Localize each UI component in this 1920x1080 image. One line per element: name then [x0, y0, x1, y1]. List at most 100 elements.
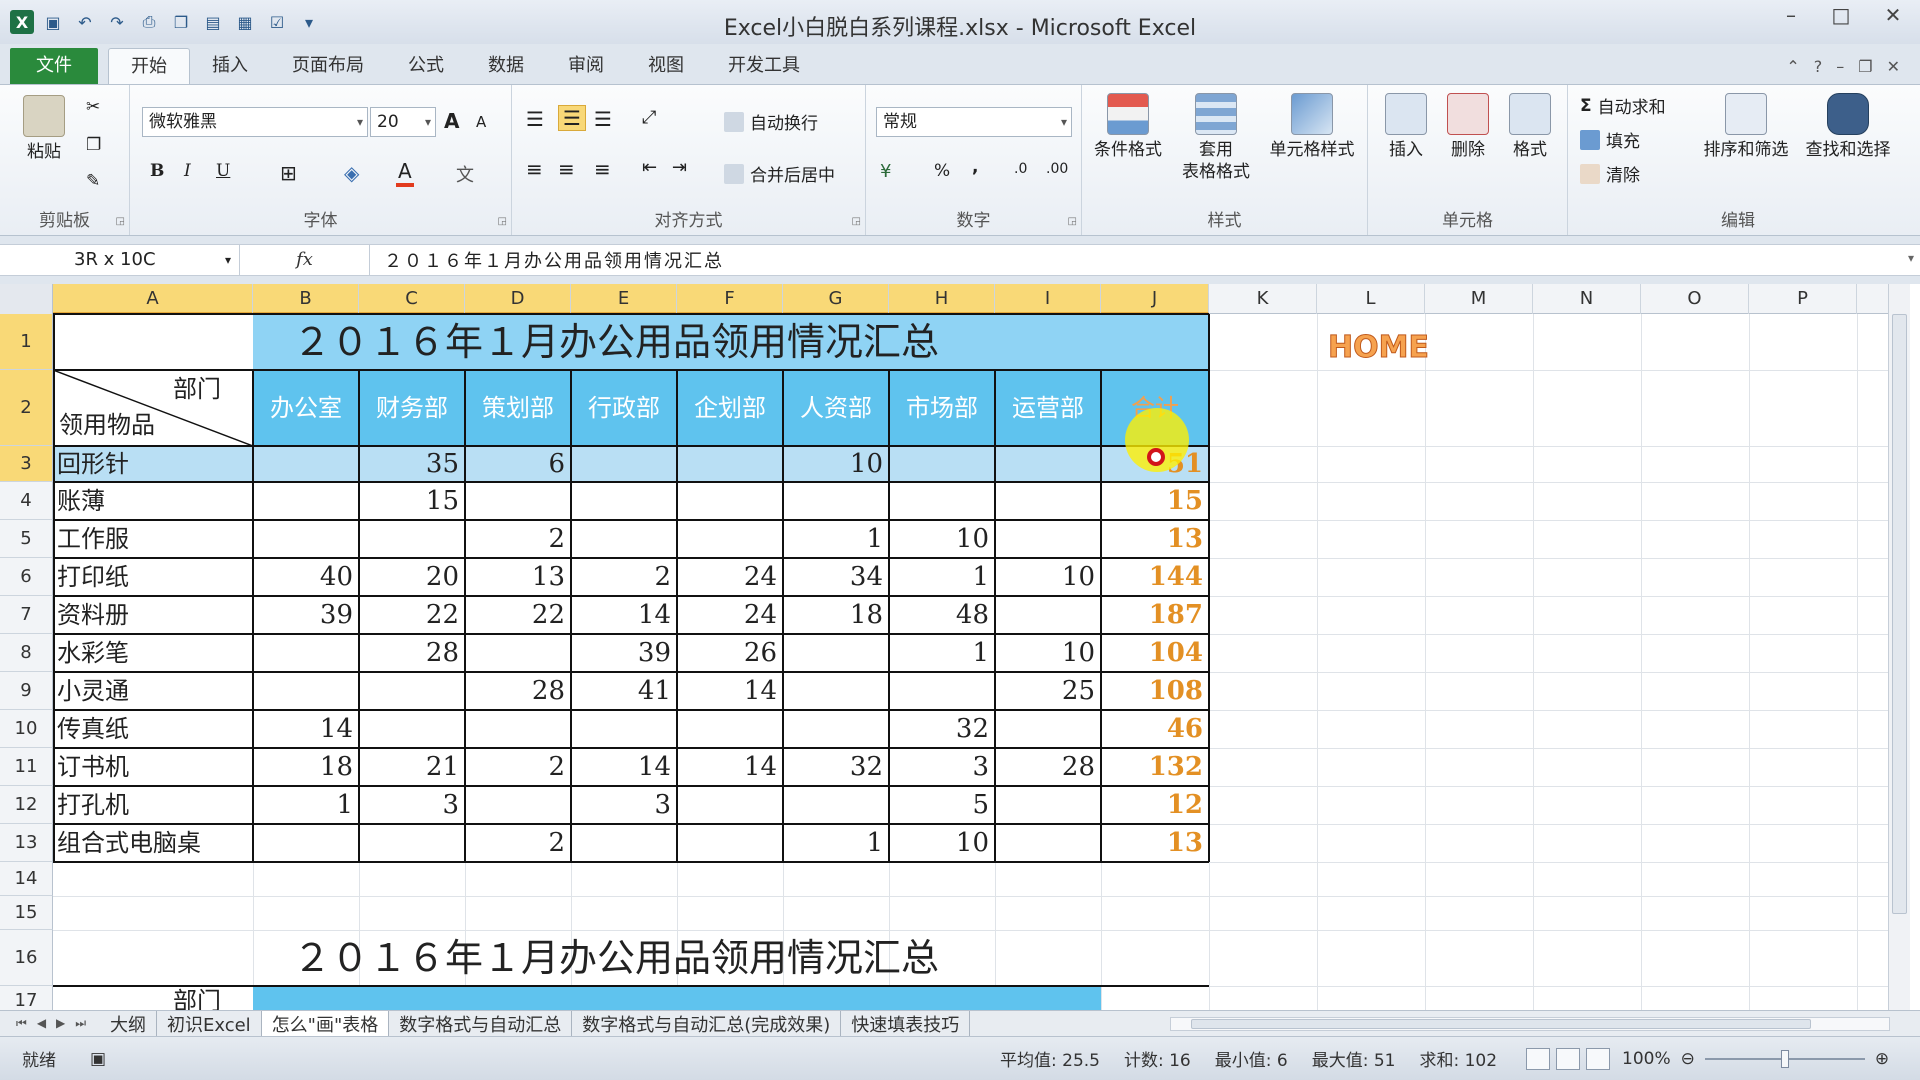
value-cell[interactable]: [783, 672, 887, 710]
value-cell[interactable]: [783, 786, 887, 824]
cell-styles-button[interactable]: 单元格样式: [1260, 93, 1364, 161]
column-header-o[interactable]: O: [1641, 284, 1749, 314]
customize-qat-icon[interactable]: ▾: [296, 9, 322, 35]
value-cell[interactable]: 2: [465, 520, 569, 558]
value-cell[interactable]: 6: [465, 446, 569, 482]
sheet-tab-draw-table[interactable]: 怎么"画"表格: [261, 1010, 390, 1037]
page-break-view-icon[interactable]: [1586, 1047, 1610, 1070]
number-format-combo[interactable]: 常规 ▾: [876, 107, 1072, 137]
prev-sheet-icon[interactable]: ◀: [37, 1016, 46, 1031]
form-icon[interactable]: ▤: [200, 9, 226, 35]
value-cell[interactable]: 41: [571, 672, 675, 710]
alignment-launcher-icon[interactable]: ◲: [852, 216, 861, 227]
value-cell[interactable]: [995, 786, 1099, 824]
value-cell[interactable]: 28: [995, 748, 1099, 786]
bold-button[interactable]: B: [150, 161, 164, 181]
align-left-icon[interactable]: ≡: [526, 157, 543, 181]
value-cell[interactable]: 20: [359, 558, 463, 596]
font-launcher-icon[interactable]: ◲: [498, 216, 507, 227]
tab-developer[interactable]: 开发工具: [706, 48, 822, 84]
decrease-decimal-icon[interactable]: .00: [1046, 161, 1068, 177]
row-header-6[interactable]: 6: [0, 558, 53, 596]
value-cell[interactable]: 35: [359, 446, 463, 482]
format-painter-icon[interactable]: ✎: [86, 171, 100, 191]
shrink-font-button[interactable]: A: [476, 113, 486, 131]
corner-label-item[interactable]: 领用物品: [59, 410, 209, 440]
value-cell[interactable]: [995, 446, 1099, 482]
item-name[interactable]: 水彩笔: [57, 634, 253, 672]
column-header-f[interactable]: F: [677, 284, 783, 314]
autosum-button[interactable]: Σ 自动求和: [1580, 93, 1666, 119]
column-header-k[interactable]: K: [1209, 284, 1317, 314]
item-name[interactable]: 传真纸: [57, 710, 253, 748]
value-cell[interactable]: 1: [783, 824, 887, 862]
italic-button[interactable]: I: [184, 161, 191, 181]
value-cell[interactable]: [359, 710, 463, 748]
value-cell[interactable]: [571, 824, 675, 862]
normal-view-icon[interactable]: [1526, 1047, 1550, 1070]
row-header-17[interactable]: 17: [0, 986, 53, 1010]
value-cell[interactable]: 24: [677, 558, 781, 596]
row-header-1[interactable]: 1: [0, 314, 53, 370]
decrease-indent-icon[interactable]: ⇤: [642, 157, 657, 178]
grow-font-button[interactable]: A: [444, 109, 459, 133]
row-header-10[interactable]: 10: [0, 710, 53, 748]
first-sheet-icon[interactable]: ⏮: [16, 1016, 27, 1031]
format-as-table-button[interactable]: 套用 表格格式: [1176, 93, 1256, 183]
value-cell[interactable]: [783, 634, 887, 672]
value-cell[interactable]: [995, 824, 1099, 862]
zoom-in-icon[interactable]: ⊕: [1875, 1049, 1889, 1069]
value-cell[interactable]: 15: [359, 482, 463, 520]
value-cell[interactable]: 5: [889, 786, 993, 824]
value-cell[interactable]: 1: [889, 558, 993, 596]
row-header-16[interactable]: 16: [0, 930, 53, 986]
value-cell[interactable]: [253, 482, 357, 520]
tab-formulas[interactable]: 公式: [386, 48, 466, 84]
value-cell[interactable]: 28: [359, 634, 463, 672]
column-header-h[interactable]: H: [889, 284, 995, 314]
minimize-icon[interactable]: –: [1766, 0, 1816, 30]
value-cell[interactable]: 3: [359, 786, 463, 824]
sheet-tab-number-format-done[interactable]: 数字格式与自动汇总(完成效果): [572, 1010, 842, 1037]
row-total-cell[interactable]: 13: [1101, 824, 1207, 862]
value-cell[interactable]: [359, 520, 463, 558]
row-header-4[interactable]: 4: [0, 482, 53, 520]
row-header-15[interactable]: 15: [0, 896, 53, 930]
window-minimize-icon[interactable]: –: [1836, 57, 1844, 76]
value-cell[interactable]: 10: [783, 446, 887, 482]
last-sheet-icon[interactable]: ⏭: [75, 1016, 86, 1031]
value-cell[interactable]: [677, 446, 781, 482]
checklist-icon[interactable]: ☑: [264, 9, 290, 35]
header-dept[interactable]: 人资部: [783, 370, 889, 446]
expand-formula-bar-icon[interactable]: ▾: [1908, 251, 1914, 265]
value-cell[interactable]: 14: [571, 748, 675, 786]
close-icon[interactable]: ✕: [1866, 0, 1920, 30]
column-header-l[interactable]: L: [1317, 284, 1425, 314]
value-cell[interactable]: 1: [889, 634, 993, 672]
value-cell[interactable]: [253, 672, 357, 710]
tab-file[interactable]: 文件: [10, 48, 98, 84]
item-name[interactable]: 小灵通: [57, 672, 253, 710]
insert-cells-button[interactable]: 插入: [1376, 93, 1436, 161]
header-dept[interactable]: 办公室: [253, 370, 359, 446]
macro-record-icon[interactable]: ▣: [90, 1049, 106, 1069]
zoom-slider-thumb[interactable]: [1780, 1049, 1789, 1068]
undo-icon[interactable]: ↶: [72, 9, 98, 35]
select-all-corner[interactable]: [0, 284, 53, 314]
currency-icon[interactable]: ¥: [880, 161, 891, 182]
header-dept[interactable]: 企划部: [677, 370, 783, 446]
name-box[interactable]: 3R x 10C ▾: [0, 245, 240, 275]
align-center-icon[interactable]: ≡: [558, 157, 575, 181]
value-cell[interactable]: 1: [253, 786, 357, 824]
grid-icon[interactable]: ▦: [232, 9, 258, 35]
row-total-cell[interactable]: 132: [1101, 748, 1207, 786]
row-header-5[interactable]: 5: [0, 520, 53, 558]
value-cell[interactable]: [465, 786, 569, 824]
value-cell[interactable]: [677, 482, 781, 520]
header-dept[interactable]: 行政部: [571, 370, 677, 446]
tab-page-layout[interactable]: 页面布局: [270, 48, 386, 84]
zoom-slider[interactable]: [1704, 1049, 1865, 1068]
item-name[interactable]: 回形针: [57, 446, 253, 482]
increase-decimal-icon[interactable]: .0: [1014, 161, 1027, 177]
font-size-combo[interactable]: 20 ▾: [370, 107, 436, 137]
